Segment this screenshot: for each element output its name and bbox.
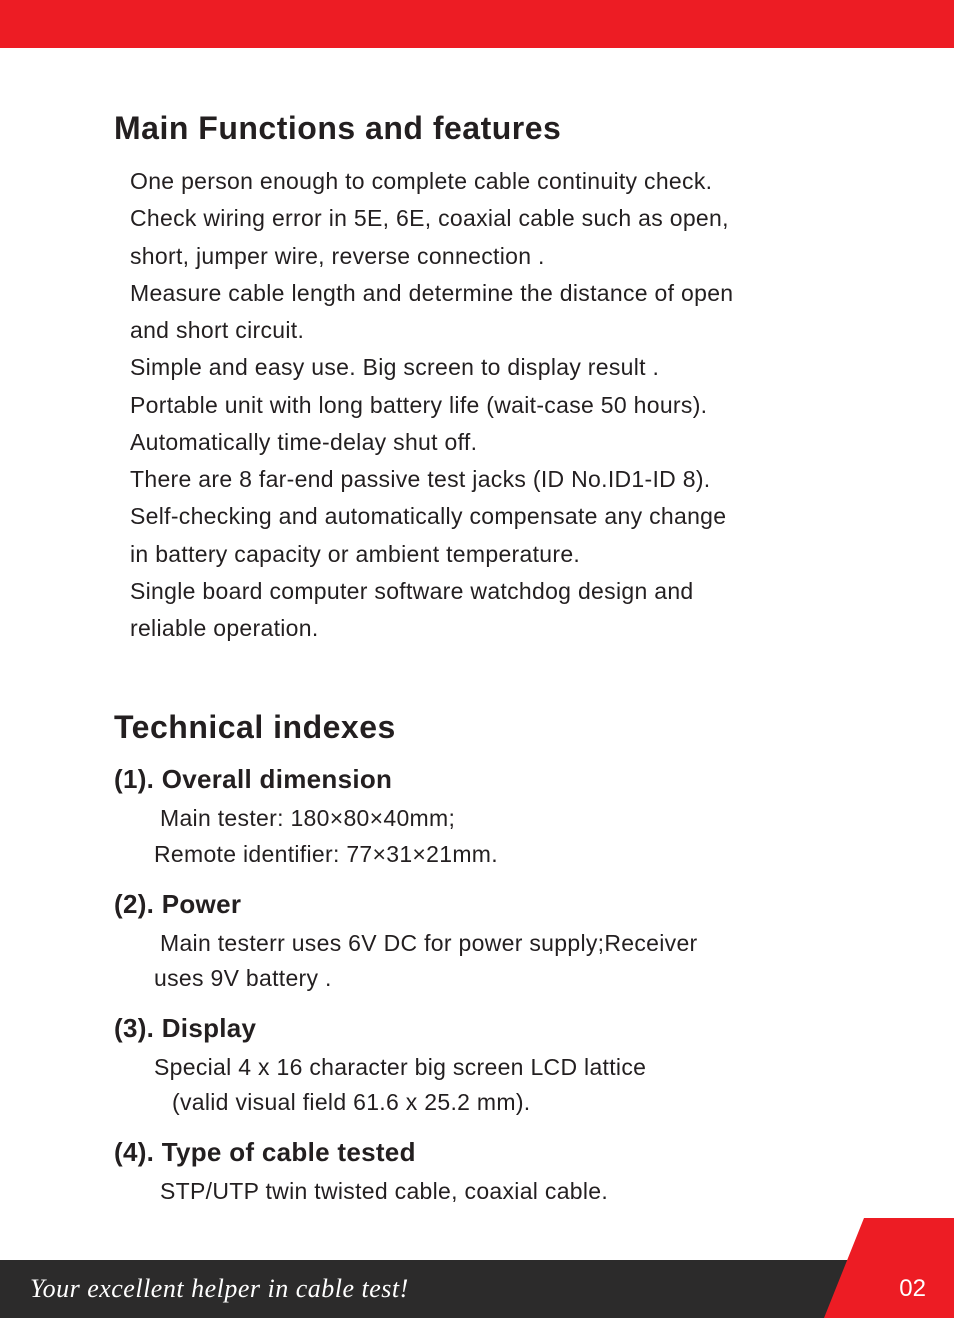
tech-item-display: (3). Display Special 4 x 16 character bi… <box>114 1013 874 1121</box>
tech-line: Main tester: 180×80×40mm; <box>154 801 874 837</box>
tech-line: uses 9V battery . <box>154 961 874 997</box>
feature-line: Self-checking and automatically compensa… <box>124 498 874 535</box>
feature-line: in battery capacity or ambient temperatu… <box>124 536 874 573</box>
tech-line: Special 4 x 16 character big screen LCD … <box>154 1050 874 1086</box>
feature-line: Portable unit with long battery life (wa… <box>124 387 874 424</box>
tech-body: Special 4 x 16 character big screen LCD … <box>114 1050 874 1121</box>
footer-tagline: Your excellent helper in cable test! <box>30 1260 409 1318</box>
features-list: One person enough to complete cable cont… <box>114 163 874 647</box>
feature-line: reliable operation. <box>124 610 874 647</box>
section-title-technical-indexes: Technical indexes <box>114 709 874 746</box>
feature-line: Single board computer software watchdog … <box>124 573 874 610</box>
tech-heading: (1). Overall dimension <box>114 764 874 795</box>
feature-line: Measure cable length and determine the d… <box>124 275 874 312</box>
tech-line: Main testerr uses 6V DC for power supply… <box>154 926 874 962</box>
tech-line: STP/UTP twin twisted cable, coaxial cabl… <box>154 1174 874 1210</box>
footer-red-corner <box>824 1218 954 1318</box>
page-number: 02 <box>899 1260 926 1318</box>
feature-line: Automatically time-delay shut off. <box>124 424 874 461</box>
tech-line: Remote identifier: 77×31×21mm. <box>154 837 874 873</box>
tech-line: (valid visual field 61.6 x 25.2 mm). <box>154 1085 874 1121</box>
tech-item-dimension: (1). Overall dimension Main tester: 180×… <box>114 764 874 872</box>
tech-heading: (3). Display <box>114 1013 874 1044</box>
page-content: Main Functions and features One person e… <box>0 48 954 1210</box>
feature-line: Check wiring error in 5E, 6E, coaxial ca… <box>124 200 874 237</box>
top-red-bar <box>0 0 954 48</box>
section-title-main-functions: Main Functions and features <box>114 110 874 147</box>
tech-heading: (2). Power <box>114 889 874 920</box>
page-footer: Your excellent helper in cable test! 02 <box>0 1260 954 1318</box>
tech-heading: (4). Type of cable tested <box>114 1137 874 1168</box>
tech-item-power: (2). Power Main testerr uses 6V DC for p… <box>114 889 874 997</box>
feature-line: short, jumper wire, reverse connection . <box>124 238 874 275</box>
tech-body: Main testerr uses 6V DC for power supply… <box>114 926 874 997</box>
tech-item-cable-type: (4). Type of cable tested STP/UTP twin t… <box>114 1137 874 1210</box>
tech-body: Main tester: 180×80×40mm; Remote identif… <box>114 801 874 872</box>
feature-line: One person enough to complete cable cont… <box>124 163 874 200</box>
feature-line: There are 8 far-end passive test jacks (… <box>124 461 874 498</box>
feature-line: and short circuit. <box>124 312 874 349</box>
feature-line: Simple and easy use. Big screen to displ… <box>124 349 874 386</box>
tech-body: STP/UTP twin twisted cable, coaxial cabl… <box>114 1174 874 1210</box>
